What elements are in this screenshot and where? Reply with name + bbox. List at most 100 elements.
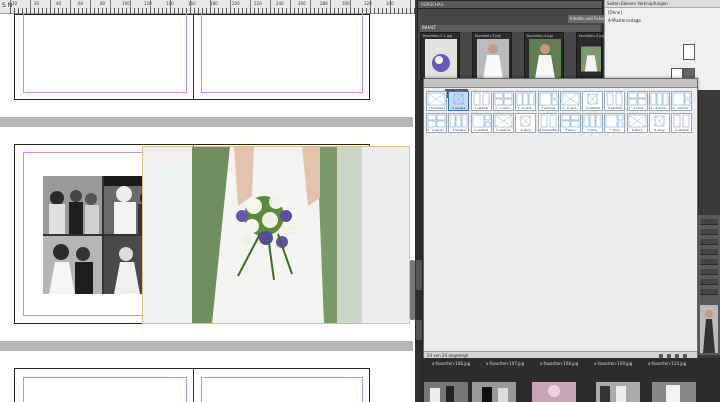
thumb-label: favoriten-2-1.jpg	[423, 34, 453, 38]
template-tile[interactable]: 4 - 1 horiz...	[626, 91, 648, 111]
bridge-panel-label[interactable]: Inhalte und Fotos	[568, 15, 608, 23]
template-label: 6 horizontal	[539, 128, 557, 132]
margin-guide-right	[201, 13, 363, 93]
template-tile[interactable]: 7 story	[604, 113, 626, 133]
ruler-number: 20	[34, 1, 40, 6]
film-image	[424, 382, 468, 402]
panel-row[interactable]	[700, 229, 718, 235]
template-tile[interactable]: 6 horizontal	[537, 113, 559, 133]
template-tile[interactable]: 8 story	[626, 113, 648, 133]
template-label: 6 story	[565, 128, 576, 132]
bridge-thumb[interactable]: favoriten-2-1.jpg	[420, 32, 460, 80]
template-tile[interactable]: 2 vertical	[537, 91, 559, 111]
side-thumb[interactable]	[700, 305, 718, 353]
ruler-number: 300	[342, 1, 350, 6]
dock-icon[interactable]	[416, 320, 422, 340]
film-thumb[interactable]	[532, 382, 576, 402]
film-thumb[interactable]	[424, 382, 468, 402]
template-label: 4 - 3 vertic...	[427, 128, 446, 132]
film-name: x-favoriten-106.jpg	[432, 361, 471, 366]
template-tile[interactable]: 7 story	[582, 113, 604, 133]
layout-icon	[539, 92, 557, 106]
film-thumb[interactable]	[652, 382, 696, 402]
template-tile[interactable]: 5 vertical	[492, 113, 514, 133]
spread-1[interactable]	[14, 13, 370, 100]
template-tile[interactable]: 3 vertical	[604, 91, 626, 111]
bridge-folder-label[interactable]: INHALT	[420, 25, 600, 32]
template-tile[interactable]: 4 - 3 horiz...	[671, 91, 693, 111]
collage-photo-3[interactable]	[43, 236, 102, 294]
thumb-image	[581, 46, 601, 72]
page-thumbnail[interactable]	[683, 44, 695, 60]
pages-a-master[interactable]: A-Mustervorlage	[608, 18, 641, 23]
right-panel-strip	[698, 215, 720, 355]
layout-templates-dialog[interactable]: 4 photoportfolioalbum 1 full bleed 1 squa…	[423, 78, 698, 360]
ruler-number: 120	[144, 1, 152, 6]
template-tile[interactable]: 4 vertical	[470, 113, 492, 133]
film-thumb[interactable]	[596, 382, 640, 402]
spread-3[interactable]	[14, 368, 370, 402]
template-tile[interactable]: 6 story	[559, 113, 581, 133]
thumb-label: favoriten-3.jpg	[475, 34, 501, 38]
template-tile[interactable]: 9 vertical	[671, 113, 693, 133]
template-tile[interactable]: 3 - 2 vert...	[559, 91, 581, 111]
margin-guide-left	[23, 13, 187, 93]
template-tile[interactable]: 1 full bleed	[426, 91, 447, 111]
photo-couple-bw	[43, 236, 102, 294]
template-tile[interactable]: 9 story	[649, 113, 670, 133]
document-canvas[interactable]: S N 10 20 40 60 80 100 120 140 160 180 200 220 240 26…	[0, 0, 415, 402]
bridge-thumb[interactable]: favoriten-4.jpg	[524, 32, 564, 80]
template-label: 1 full bleed	[428, 106, 445, 110]
layout-icon	[427, 92, 446, 106]
template-label: 5 vertical	[496, 128, 511, 132]
layout-icon	[583, 114, 602, 128]
ruler-number: 10	[12, 1, 18, 6]
template-tile[interactable]: 3 vertical	[582, 91, 604, 111]
dock-icon[interactable]	[416, 260, 422, 290]
panel-row[interactable]	[700, 269, 718, 275]
template-tile[interactable]: 1 vertical	[470, 91, 492, 111]
collage-photo-1[interactable]	[43, 176, 102, 234]
film-image	[532, 382, 576, 402]
template-label: 4 vertical	[474, 128, 489, 132]
panel-row[interactable]	[700, 219, 718, 225]
panel-row[interactable]	[700, 249, 718, 255]
layout-icon	[520, 115, 531, 127]
layout-icon	[473, 92, 489, 106]
pages-panel[interactable]: Seiten Ebenen Verknüpfungen [Ohne] A-Mus…	[604, 0, 720, 90]
panel-row[interactable]	[700, 279, 718, 285]
bridge-thumb[interactable]: favoriten-5.jpg	[576, 32, 605, 80]
template-tile[interactable]: 2 - 2 vert...	[515, 91, 537, 111]
pages-none-master[interactable]: [Ohne]	[608, 10, 622, 15]
ruler-number: 220	[254, 1, 262, 6]
layout-icon	[472, 114, 490, 128]
template-tile[interactable]: 1 square	[448, 91, 470, 111]
template-label: 4 - 2 horiz...	[650, 106, 669, 110]
bridge-thumb[interactable]: favoriten-3.jpg	[472, 32, 512, 80]
photo-group-bw	[43, 176, 102, 234]
template-label: 9 vertical	[674, 128, 689, 132]
panel-row[interactable]	[700, 239, 718, 245]
thumb-label: favoriten-4.jpg	[527, 34, 553, 38]
template-tile[interactable]: 2 - 1 vert...	[492, 91, 514, 111]
panel-row[interactable]	[700, 259, 718, 265]
layout-icon	[650, 92, 669, 106]
layout-icon	[449, 114, 468, 128]
film-thumb[interactable]	[472, 382, 516, 402]
horizontal-ruler[interactable]: S N 10 20 40 60 80 100 120 140 160 180 200 220 240 26…	[0, 0, 415, 14]
template-tile[interactable]: 4 - 3 vertic...	[426, 113, 447, 133]
bridge-tab[interactable]: VORSCHAU	[418, 1, 602, 9]
thumb-image	[529, 39, 561, 79]
filmstrip[interactable]: x-favoriten-106.jpg x-favoriten-107.jpg …	[420, 358, 720, 402]
ruler-number: 140	[166, 1, 174, 6]
panel-row[interactable]	[700, 289, 718, 295]
template-label: 7 story	[587, 128, 598, 132]
pages-panel-tabs[interactable]: Seiten Ebenen Verknüpfungen	[605, 0, 720, 8]
template-tile[interactable]: 5 story	[515, 113, 537, 133]
film-name: x-favoriten-107.jpg	[486, 361, 525, 366]
template-tile[interactable]: 4 - 2 horiz...	[649, 91, 670, 111]
mini-bridge-panel[interactable]: VORSCHAU Inhalte und Fotos INHALT favori…	[417, 0, 608, 83]
template-tile[interactable]: 4 square	[448, 113, 470, 133]
ruler-number: 100	[122, 1, 130, 6]
ruler-number: 240	[276, 1, 284, 6]
